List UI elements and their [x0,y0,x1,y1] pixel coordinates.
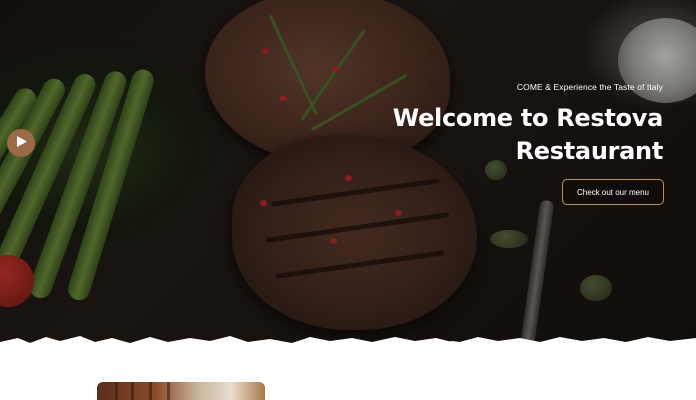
hero-headline-line1: Welcome to Restova [392,104,664,132]
hero-tagline: COME & Experience the Taste of Italy [516,82,663,92]
hero-headline: Welcome to Restova Restaurant [392,102,664,168]
check-menu-button[interactable]: Check out our menu [562,179,664,205]
video-play-button[interactable] [7,129,35,157]
about-section-image [97,382,265,400]
play-icon [15,134,27,152]
hero-section: COME & Experience the Taste of Italy Wel… [0,0,696,350]
hero-headline-line2: Restaurant [515,137,664,165]
hero-text-block: COME & Experience the Taste of Italy Wel… [392,82,664,168]
hero-overlay [0,0,696,350]
brush-stroke-divider [0,336,696,358]
